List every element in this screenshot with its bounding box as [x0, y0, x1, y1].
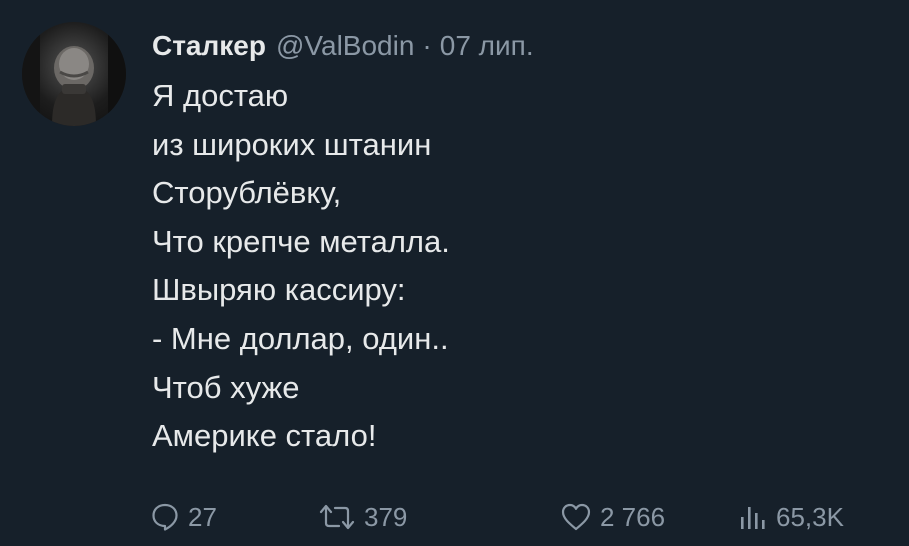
- author-display-name[interactable]: Сталкер: [152, 30, 266, 62]
- tweet-text-line: из широких штанин: [152, 126, 432, 162]
- tweet-text-line: Чтоб хуже: [152, 369, 300, 405]
- views-count: 65,3K: [776, 501, 844, 532]
- retweet-arrows-icon: [318, 502, 356, 532]
- avatar[interactable]: [22, 22, 126, 126]
- like-button[interactable]: 2 766: [560, 497, 665, 537]
- bar-chart-icon: [738, 502, 768, 532]
- tweet-text-line: Что крепче металла.: [152, 223, 450, 259]
- tweet-actions: 27 379 2 766 65,3K: [150, 497, 909, 537]
- reply-count: 27: [188, 501, 217, 532]
- heart-icon: [560, 502, 592, 532]
- author-handle[interactable]: @ValBodin: [276, 30, 414, 62]
- tweet-text-line: Швыряю кассиру:: [152, 272, 406, 308]
- tweet-date[interactable]: 07 лип.: [440, 30, 534, 62]
- tweet-text-line: Сторублёвку,: [152, 175, 342, 211]
- speech-bubble-icon: [150, 502, 180, 532]
- header-separator: ·: [422, 30, 432, 61]
- avatar-image: [22, 22, 126, 126]
- tweet-header: Сталкер @ValBodin · 07 лип.: [152, 26, 534, 66]
- tweet-text-line: Я достаю: [152, 78, 289, 113]
- tweet-text: Я достаю из широких штанин Сторублёвку, …: [152, 72, 852, 461]
- views-button[interactable]: 65,3K: [738, 497, 844, 537]
- retweet-count: 379: [364, 501, 408, 532]
- tweet-text-line: Америке стало!: [152, 418, 377, 454]
- tweet-text-line: - Мне доллар, один..: [152, 320, 449, 356]
- retweet-button[interactable]: 379: [318, 497, 407, 537]
- reply-button[interactable]: 27: [150, 497, 217, 537]
- like-count: 2 766: [600, 501, 666, 532]
